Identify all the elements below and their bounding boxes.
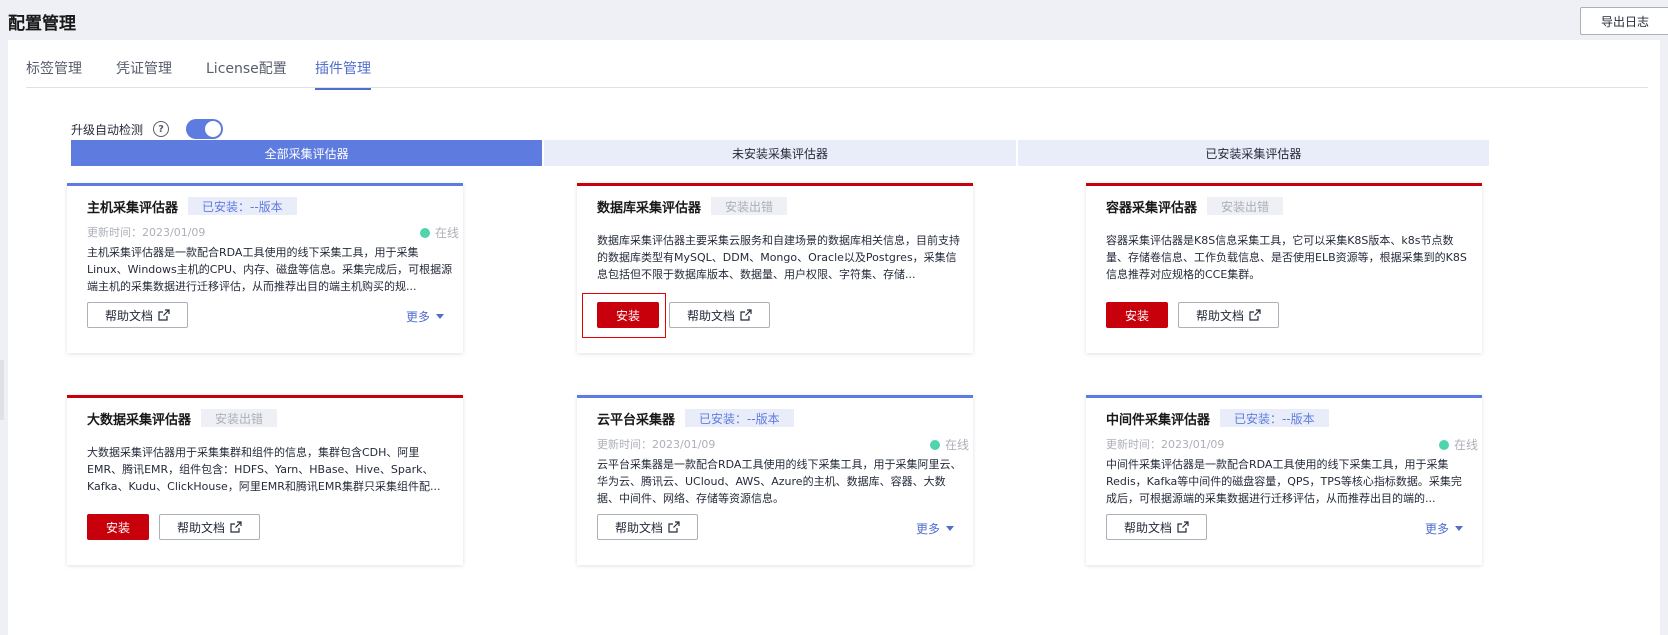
help-doc-label: 帮助文档	[686, 308, 735, 323]
auto-check-label: 升级自动检测	[71, 122, 144, 137]
card-actions: 帮助文档	[597, 514, 698, 540]
online-status: 在线	[419, 224, 459, 241]
card-head: 中间件采集评估器 已安装：--版本	[1106, 408, 1329, 428]
plugin-card-middleware: 中间件采集评估器 已安装：--版本 更新时间：2023/01/09 在线 中间件…	[1086, 395, 1482, 565]
online-dot-icon	[1438, 439, 1449, 450]
card-description: 云平台采集器是一款配合RDA工具使用的线下采集工具，用于采集阿里云、华为云、腾讯…	[597, 458, 962, 505]
external-link-icon	[740, 309, 752, 321]
plugin-card-container: 容器采集评估器 安装出错 容器采集评估器是K8S信息采集工具，它可以采集K8S版…	[1086, 183, 1482, 353]
external-link-icon	[230, 521, 242, 533]
online-status: 在线	[1438, 436, 1478, 453]
page-header: 配置管理 导出日志	[0, 0, 1668, 40]
status-badge: 已安装：--版本	[1220, 409, 1329, 427]
online-dot-icon	[929, 439, 940, 450]
online-label: 在线	[1453, 438, 1478, 452]
tab-bar: 标签管理 凭证管理 License配置 插件管理	[26, 40, 1648, 90]
card-head: 容器采集评估器 安装出错	[1106, 196, 1284, 216]
page-title: 配置管理	[8, 14, 76, 34]
card-head: 主机采集评估器 已安装：--版本	[87, 196, 297, 216]
update-time: 更新时间：2023/01/09	[597, 438, 716, 451]
more-link[interactable]: 更多	[1425, 520, 1463, 537]
help-doc-button[interactable]: 帮助文档	[1106, 514, 1207, 540]
export-log-button[interactable]: 导出日志	[1580, 7, 1668, 35]
meta-row: 更新时间：2023/01/09 在线	[87, 224, 459, 240]
card-description: 大数据采集评估器用于采集集群和组件的信息，集群包含CDH、阿里EMR、腾讯EMR…	[87, 446, 441, 493]
plugin-card-bigdata: 大数据采集评估器 安装出错 大数据采集评估器用于采集集群和组件的信息，集群包含C…	[67, 395, 463, 565]
chevron-down-icon	[436, 314, 444, 319]
help-icon[interactable]: ?	[153, 121, 170, 137]
online-label: 在线	[434, 226, 459, 240]
more-label: 更多	[1424, 522, 1449, 536]
card-title: 容器采集评估器	[1106, 200, 1198, 216]
status-badge: 安装出错	[201, 409, 278, 427]
main-content: 标签管理 凭证管理 License配置 插件管理 升级自动检测 ? 全部采集评估…	[8, 40, 1660, 635]
card-description: 主机采集评估器是一款配合RDA工具使用的线下采集工具，用于采集Linux、Win…	[87, 246, 453, 293]
update-time: 更新时间：2023/01/09	[87, 226, 206, 239]
filter-all[interactable]: 全部采集评估器	[71, 140, 543, 166]
filter-not-installed[interactable]: 未安装采集评估器	[544, 140, 1016, 166]
help-doc-button[interactable]: 帮助文档	[597, 514, 698, 540]
external-link-icon	[158, 309, 170, 321]
tab-license-config[interactable]: License配置	[206, 58, 287, 88]
card-title: 云平台采集器	[597, 412, 676, 428]
status-badge: 安装出错	[1207, 197, 1284, 215]
card-title: 中间件采集评估器	[1106, 412, 1211, 428]
help-doc-label: 帮助文档	[176, 520, 225, 535]
install-button[interactable]: 安装	[1106, 302, 1168, 328]
help-doc-button[interactable]: 帮助文档	[669, 302, 770, 328]
card-title: 数据库采集评估器	[597, 200, 702, 216]
install-button[interactable]: 安装	[87, 514, 149, 540]
help-doc-button[interactable]: 帮助文档	[159, 514, 260, 540]
install-button-highlight	[582, 293, 666, 338]
online-status: 在线	[929, 436, 969, 453]
card-actions: 帮助文档	[1106, 514, 1207, 540]
chevron-down-icon	[946, 526, 954, 531]
filter-installed[interactable]: 已安装采集评估器	[1017, 140, 1489, 166]
card-description: 容器采集评估器是K8S信息采集工具，它可以采集K8S版本、k8s节点数量、存储卷…	[1106, 234, 1467, 281]
card-actions: 安装 帮助文档	[1106, 302, 1279, 328]
help-doc-label: 帮助文档	[104, 308, 153, 323]
external-link-icon	[1249, 309, 1261, 321]
tab-credential-management[interactable]: 凭证管理	[116, 58, 172, 88]
more-label: 更多	[405, 310, 430, 324]
status-badge: 已安装：--版本	[188, 197, 297, 215]
more-label: 更多	[915, 522, 940, 536]
external-link-icon	[1177, 521, 1189, 533]
card-description: 数据库采集评估器主要采集云服务和自建场景的数据库相关信息，目前支持的数据库类型有…	[597, 234, 960, 281]
status-badge: 安装出错	[711, 197, 788, 215]
update-time: 更新时间：2023/01/09	[1106, 438, 1225, 451]
status-badge: 已安装：--版本	[685, 409, 794, 427]
external-link-icon	[668, 521, 680, 533]
card-actions: 安装 帮助文档	[87, 514, 260, 540]
plugin-card-host: 主机采集评估器 已安装：--版本 更新时间：2023/01/09 在线 主机采集…	[67, 183, 463, 353]
filter-bar: 全部采集评估器 未安装采集评估器 已安装采集评估器	[71, 140, 1489, 166]
help-doc-label: 帮助文档	[1195, 308, 1244, 323]
card-head: 大数据采集评估器 安装出错	[87, 408, 278, 428]
card-head: 云平台采集器 已安装：--版本	[597, 408, 794, 428]
more-link[interactable]: 更多	[406, 308, 444, 325]
card-actions: 帮助文档	[87, 302, 188, 328]
chevron-down-icon	[1455, 526, 1463, 531]
help-doc-button[interactable]: 帮助文档	[1178, 302, 1279, 328]
help-doc-button[interactable]: 帮助文档	[87, 302, 188, 328]
plugin-card-cloud-platform: 云平台采集器 已安装：--版本 更新时间：2023/01/09 在线 云平台采集…	[577, 395, 973, 565]
meta-row: 更新时间：2023/01/09 在线	[1106, 436, 1478, 452]
card-title: 主机采集评估器	[87, 200, 179, 216]
more-link[interactable]: 更多	[916, 520, 954, 537]
auto-check-row: 升级自动检测 ?	[71, 118, 224, 140]
card-head: 数据库采集评估器 安装出错	[597, 196, 788, 216]
online-label: 在线	[944, 438, 969, 452]
auto-check-toggle[interactable]	[186, 119, 224, 139]
online-dot-icon	[419, 227, 430, 238]
card-description: 中间件采集评估器是一款配合RDA工具使用的线下采集工具，用于采集Redis，Ka…	[1106, 458, 1462, 505]
side-collapse-handle[interactable]	[0, 360, 4, 420]
tab-tag-management[interactable]: 标签管理	[26, 58, 82, 88]
meta-row: 更新时间：2023/01/09 在线	[597, 436, 969, 452]
card-title: 大数据采集评估器	[87, 412, 192, 428]
tab-plugin-management[interactable]: 插件管理	[315, 58, 371, 90]
help-doc-label: 帮助文档	[614, 520, 663, 535]
help-doc-label: 帮助文档	[1123, 520, 1172, 535]
